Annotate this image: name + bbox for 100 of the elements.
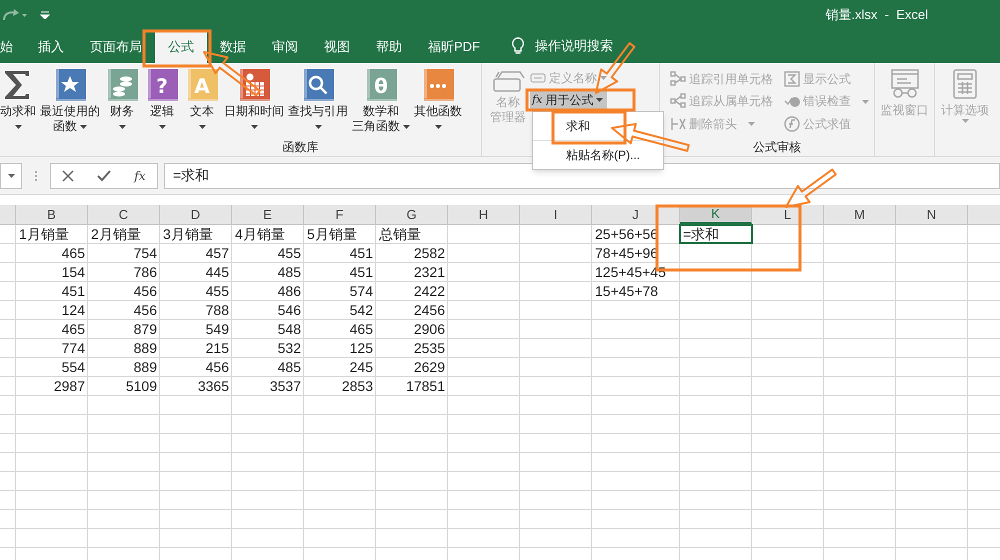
column-heading-cell: 4月销量 [232,225,304,243]
table-cell: 3365 [160,377,232,395]
formula-field[interactable]: =求和 [164,162,1000,188]
tell-me-search[interactable]: 操作说明搜索 [535,36,613,55]
ribbon-tab[interactable]: 页面布局 [77,30,155,63]
table-cell: 2422 [376,282,448,300]
column-header[interactable]: E [232,205,304,224]
table-cell: 542 [304,301,376,319]
caret-icon [250,124,258,128]
table-cell: 455 [232,244,304,262]
column-heading-cell: 3月销量 [160,225,232,243]
caret-icon [314,124,322,128]
table-cell: 532 [232,339,304,357]
column-header[interactable]: G [376,205,448,224]
function-category-button[interactable]: θ 数学和 三角函数 [352,69,410,134]
caret-icon [600,76,607,80]
table-cell: 2321 [376,263,448,281]
group-label: 公式审核 [752,139,801,156]
table-cell: 889 [88,358,160,376]
column-heading-cell: 总销量 [376,225,448,243]
column-heading-cell: 1月销量 [16,225,88,243]
fx-icon: fx [532,92,542,108]
table-cell: 15+45+78 [592,282,680,300]
ribbon-tab[interactable]: 插入 [25,30,77,63]
table-cell: 465 [304,320,376,338]
column-header[interactable]: C [88,205,160,224]
table-cell: 486 [232,282,304,300]
table-cell: 465 [16,244,88,262]
column-heading-cell: 5月销量 [304,225,376,243]
table-cell: 445 [160,263,232,281]
table-cell: 889 [88,339,160,357]
caret-icon [80,124,87,128]
table-cell: 546 [232,301,304,319]
function-category-button[interactable]: 最近使用的 函数 [40,69,100,134]
table-cell: 465 [16,320,88,338]
caret-icon [158,124,166,128]
table-cell: 245 [304,358,376,376]
column-header[interactable]: F [304,205,376,224]
ribbon-tab[interactable]: 始 [0,30,25,63]
name-box[interactable] [0,162,22,188]
use-in-formula-button[interactable]: fx 用于公式 [530,91,607,109]
function-category-button[interactable]: A 文本 [184,69,220,134]
function-category-button[interactable]: ? 逻辑 [144,69,180,134]
caret-icon [962,119,968,123]
trace-dependents-icon [670,93,686,110]
table-cell: 554 [16,358,88,376]
caret-icon [748,122,755,126]
redo-icon[interactable] [2,8,28,22]
evaluate-formula-icon [784,116,800,132]
ribbon-tab[interactable]: 帮助 [363,30,415,63]
customize-toolbar-icon[interactable] [40,11,50,19]
checkmark-icon[interactable] [97,170,112,182]
table-cell: 548 [232,320,304,338]
column-header[interactable]: M [824,205,896,224]
table-cell: 215 [160,339,232,357]
function-category-button[interactable]: 财务 [104,69,140,134]
table-cell: 774 [16,339,88,357]
insert-function-icon[interactable]: fx [134,166,146,184]
table-cell: 3537 [232,377,304,395]
column-header[interactable]: H [448,205,520,224]
column-header[interactable]: L [752,205,824,224]
window-title: 销量.xlsx - Excel [825,6,928,24]
remove-arrows-icon [670,116,686,132]
annotation-arrow [785,168,837,208]
function-category-button[interactable]: 其他函数 [414,69,462,134]
column-header[interactable]: D [160,205,232,224]
column-header[interactable]: B [16,205,88,224]
table-cell: 125 [304,339,376,357]
table-cell: 2906 [376,320,448,338]
cancel-icon[interactable] [62,170,74,182]
caret-icon [403,124,410,128]
table-cell: 2853 [304,377,376,395]
group-label: 函数库 [282,139,318,156]
ribbon-tab[interactable]: 福昕PDF [415,30,493,63]
drag-handle-icon[interactable] [34,170,38,182]
table-cell: 451 [304,263,376,281]
column-heading-cell: 2月销量 [88,225,160,243]
table-cell: 457 [160,244,232,262]
ribbon-tab[interactable]: 审阅 [259,30,311,63]
table-cell: 786 [88,263,160,281]
lightbulb-icon[interactable] [511,37,525,55]
ribbon-tab[interactable]: 公式 [155,30,207,63]
column-header[interactable]: N [896,205,968,224]
active-cell[interactable]: =求和 [680,225,752,243]
function-category-button[interactable]: 动求和 [0,69,36,134]
caret-icon [434,124,442,128]
table-cell: 2987 [16,377,88,395]
table-cell: 5109 [88,377,160,395]
table-cell: 485 [232,358,304,376]
name-tag-icon [530,73,546,83]
caret-icon [118,124,126,128]
function-category-button[interactable]: 日期和时间 [224,69,284,134]
table-cell: 788 [160,301,232,319]
function-category-button[interactable]: 查找与引用 [288,69,348,134]
menu-item[interactable]: 求和 [533,115,663,137]
ribbon-tab[interactable]: 数据 [207,30,259,63]
ribbon-tab[interactable]: 视图 [311,30,363,63]
table-cell: 549 [160,320,232,338]
caret-icon [8,174,14,178]
column-header[interactable]: I [520,205,592,224]
